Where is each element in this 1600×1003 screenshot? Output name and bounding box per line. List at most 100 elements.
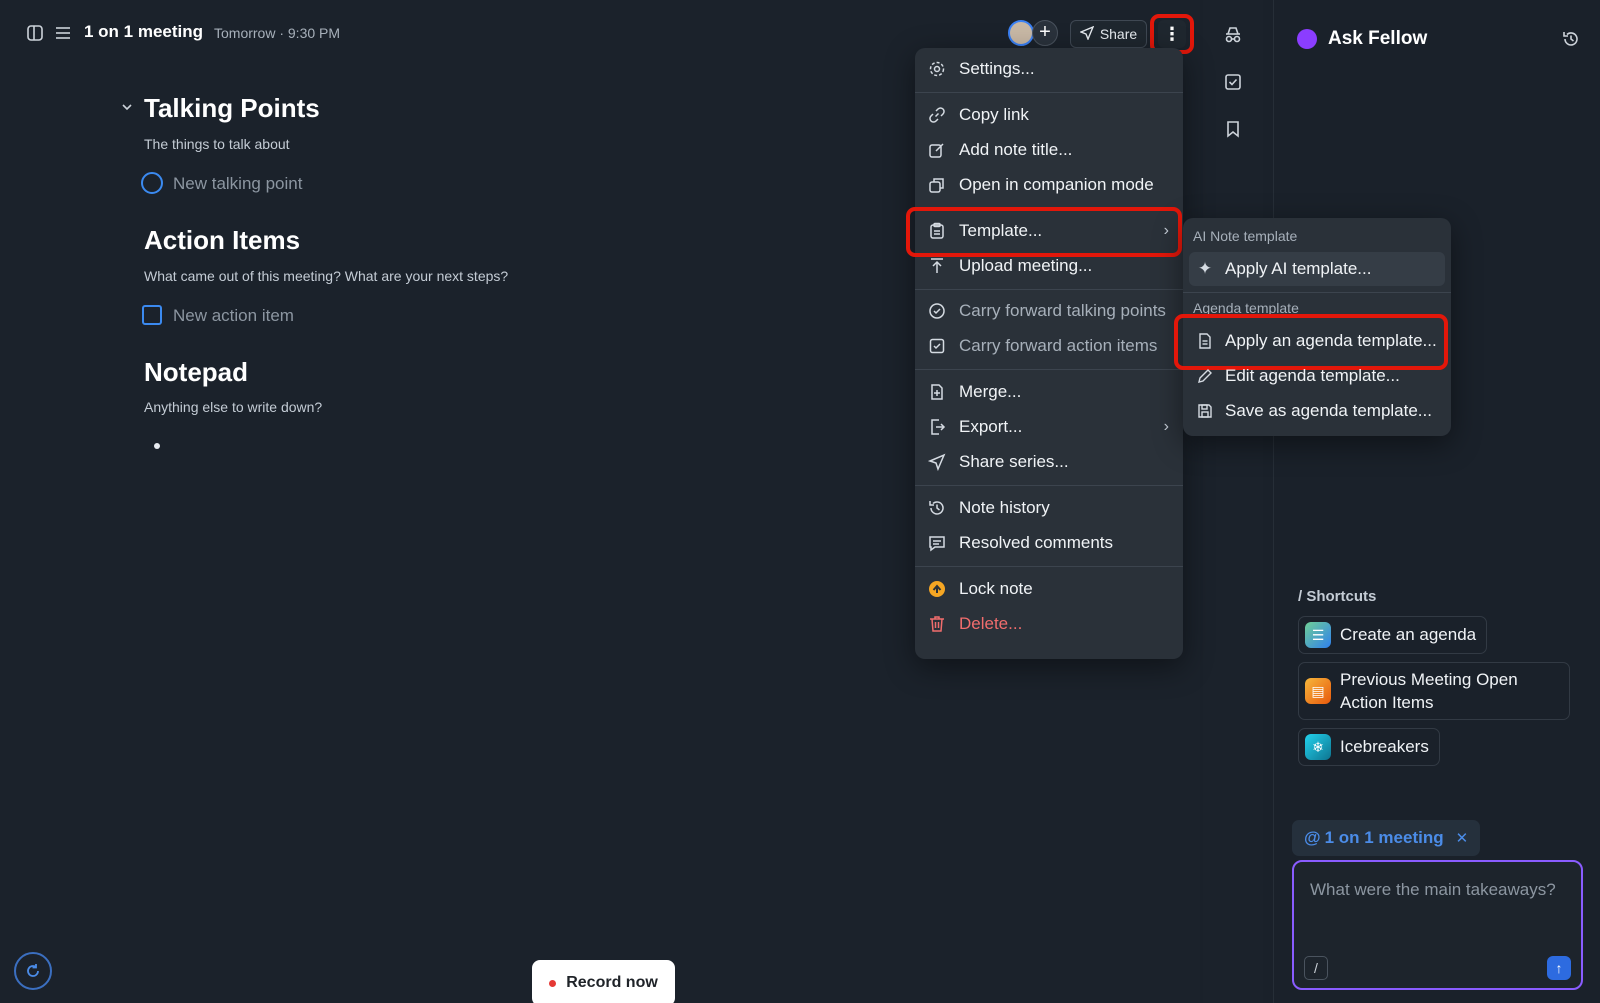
ai-template-heading: AI Note template [1193, 228, 1298, 244]
menu-item-lock-note[interactable]: Lock note [915, 572, 1183, 606]
at-symbol: @ [1304, 828, 1321, 847]
sparkles-icon: ✦ [1197, 259, 1213, 278]
new-action-item-input[interactable]: New action item [173, 306, 294, 326]
comment-icon [927, 533, 947, 553]
menu-item-delete[interactable]: Delete... [915, 607, 1183, 641]
menu-divider [915, 369, 1183, 370]
menu-item-upload-meeting[interactable]: Upload meeting... [915, 249, 1183, 283]
more-options-menu: Settings... Copy link Add note title... … [906, 48, 1183, 659]
menu-item-add-note-title[interactable]: Add note title... [915, 133, 1183, 167]
record-label: Record now [566, 974, 658, 991]
notepad-description: Anything else to write down? [144, 399, 323, 415]
avatar[interactable] [1008, 20, 1034, 46]
mention-label: 1 on 1 meeting [1324, 828, 1444, 847]
page-title: 1 on 1 meeting [84, 22, 204, 41]
shortcuts-heading: / Shortcuts [1298, 588, 1377, 605]
tasks-checkbox-icon[interactable] [1223, 72, 1243, 92]
record-dot-icon [549, 979, 557, 987]
remove-tag-icon[interactable]: ✕ [1456, 829, 1469, 847]
menu-item-carry-talking-points[interactable]: Carry forward talking points [915, 294, 1183, 328]
ask-fellow-panel: Ask Fellow / Shortcuts ☰ Create an agend… [1273, 0, 1600, 1003]
menu-item-companion-mode[interactable]: Open in companion mode [915, 168, 1183, 202]
save-icon [1195, 401, 1215, 421]
history-icon[interactable] [1561, 29, 1581, 49]
menu-divider [1183, 292, 1451, 293]
link-icon [927, 105, 947, 125]
check-square-icon [927, 336, 947, 356]
side-rail [1203, 0, 1263, 1003]
record-now-button[interactable]: Record now [532, 960, 675, 1003]
list-check-icon: ☰ [1305, 622, 1331, 648]
check-circle-icon [927, 301, 947, 321]
chevron-right-icon: › [1163, 418, 1169, 435]
slash-command-button[interactable]: / [1304, 956, 1328, 980]
meeting-time: Tomorrow · 9:30 PM [214, 25, 341, 41]
save-agenda-template-item[interactable]: Save as agenda template... [1189, 394, 1445, 428]
menu-divider [915, 485, 1183, 486]
menu-divider [915, 289, 1183, 290]
notepad-bullet[interactable] [154, 443, 160, 449]
send-arrow-icon[interactable]: ↑ [1547, 956, 1571, 980]
send-icon [1078, 25, 1095, 43]
shortcut-label: Create an agenda [1340, 625, 1477, 644]
ask-input[interactable]: What were the main takeaways? / ↑ [1292, 860, 1583, 990]
menu-divider [915, 566, 1183, 567]
shortcut-create-agenda[interactable]: ☰ Create an agenda [1298, 616, 1488, 654]
refresh-icon[interactable] [14, 952, 52, 990]
participants[interactable]: + [1008, 20, 1058, 48]
gear-icon [927, 59, 947, 79]
menu-item-export[interactable]: Export... › [915, 410, 1183, 444]
shortcut-label: Icebreakers [1340, 737, 1429, 756]
chevron-right-icon: › [1163, 222, 1169, 239]
more-options-button[interactable]: ⋮ [1158, 20, 1186, 48]
action-items-heading: Action Items [144, 225, 301, 255]
new-talking-point-input[interactable]: New talking point [173, 174, 302, 194]
action-items-description: What came out of this meeting? What are … [144, 268, 509, 284]
menu-item-merge[interactable]: Merge... [915, 375, 1183, 409]
talking-points-heading: Talking Points [144, 93, 320, 123]
windows-icon [927, 175, 947, 195]
merge-file-icon [927, 382, 947, 402]
action-item-checkbox[interactable] [142, 305, 162, 325]
snowflake-icon: ❄ [1305, 734, 1331, 760]
agenda-template-heading: Agenda template [1193, 300, 1299, 316]
sidebar-toggle-icon[interactable] [26, 24, 44, 42]
meeting-context-tag[interactable]: @ 1 on 1 meeting ✕ [1292, 820, 1481, 856]
shortcut-icebreakers[interactable]: ❄ Icebreakers [1298, 728, 1440, 766]
template-submenu: AI Note template ✦ Apply AI template... … [1174, 218, 1451, 436]
shortcut-previous-action-items[interactable]: ▤ Previous Meeting Open Action Items [1298, 662, 1570, 720]
apply-ai-template-item[interactable]: ✦ Apply AI template... [1189, 252, 1445, 286]
talking-point-circle-icon[interactable] [141, 172, 163, 194]
talking-points-description: The things to talk about [144, 136, 290, 152]
incognito-icon[interactable] [1223, 25, 1243, 45]
ask-input-placeholder: What were the main takeaways? [1310, 880, 1556, 899]
trash-icon [927, 614, 947, 634]
menu-icon[interactable] [54, 24, 72, 42]
upload-icon [927, 256, 947, 276]
add-participant-icon[interactable]: + [1032, 20, 1058, 46]
lock-upgrade-icon [927, 579, 947, 599]
menu-item-carry-action-items[interactable]: Carry forward action items [915, 329, 1183, 363]
clipboard-icon: ▤ [1305, 678, 1331, 704]
apply-agenda-template-item[interactable]: Apply an agenda template... [1189, 324, 1445, 358]
fellow-logo-icon [1297, 29, 1317, 49]
menu-item-template[interactable]: Template... › [915, 214, 1183, 248]
export-icon [927, 417, 947, 437]
edit-agenda-template-item[interactable]: Edit agenda template... [1189, 359, 1445, 393]
menu-item-share-series[interactable]: Share series... [915, 445, 1183, 479]
menu-item-resolved-comments[interactable]: Resolved comments [915, 526, 1183, 560]
clipboard-icon [927, 221, 947, 241]
menu-item-note-history[interactable]: Note history [915, 491, 1183, 525]
menu-divider [915, 92, 1183, 93]
share-button[interactable]: Share [1070, 20, 1147, 48]
bookmark-icon[interactable] [1223, 119, 1243, 139]
collapse-chevron-icon[interactable] [120, 100, 134, 114]
document-icon [1195, 331, 1215, 351]
edit-icon [927, 140, 947, 160]
history-icon [927, 498, 947, 518]
pencil-icon [1195, 366, 1215, 386]
notepad-heading: Notepad [144, 357, 248, 387]
shortcut-label: Previous Meeting Open Action Items [1340, 670, 1518, 712]
menu-item-copy-link[interactable]: Copy link [915, 98, 1183, 132]
menu-item-settings[interactable]: Settings... [915, 52, 1183, 86]
